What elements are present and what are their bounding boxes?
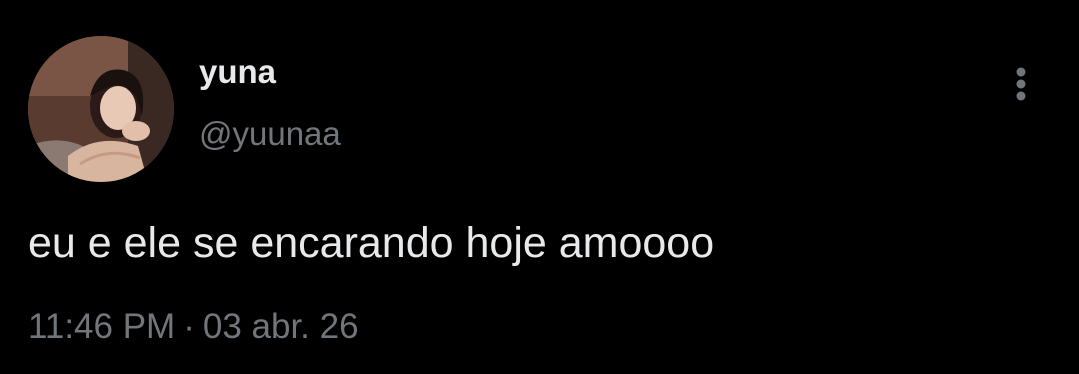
display-name[interactable]: yuna xyxy=(199,52,276,92)
tweet-timestamp[interactable]: 11:46 PM · 03 abr. 26 xyxy=(28,306,359,348)
tweet-time: 11:46 PM xyxy=(28,307,176,346)
user-handle[interactable]: @yuunaa xyxy=(199,114,341,154)
tweet-card: yuna @yuunaa eu e ele se encarando hoje … xyxy=(0,0,1079,374)
avatar-image xyxy=(28,36,174,182)
avatar[interactable] xyxy=(28,36,174,182)
tweet-text: eu e ele se encarando hoje amoooo xyxy=(28,219,715,267)
more-vertical-icon xyxy=(1016,67,1026,101)
tweet-date: 03 abr. 26 xyxy=(202,307,359,346)
meta-separator: · xyxy=(183,307,195,346)
more-options-button[interactable] xyxy=(1004,62,1038,106)
